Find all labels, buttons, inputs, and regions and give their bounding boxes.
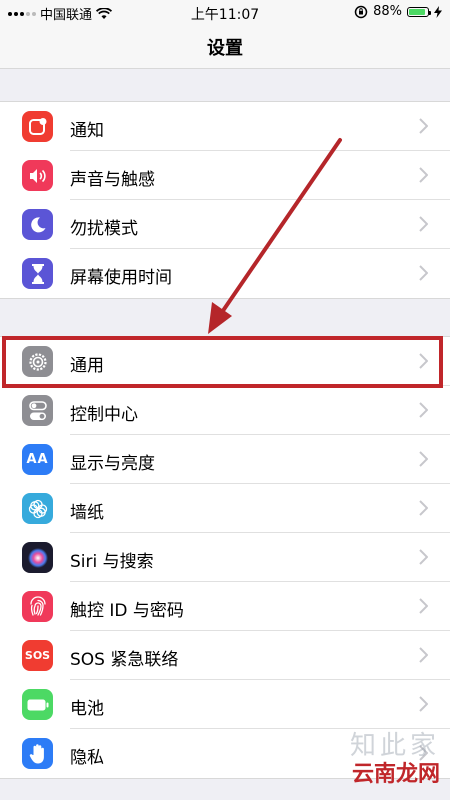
chevron-right-icon — [419, 265, 428, 281]
moon-icon — [22, 209, 53, 240]
chevron-right-icon — [419, 500, 428, 516]
battery-icon — [22, 689, 53, 720]
nav-bar: 设置 — [0, 24, 450, 69]
settings-row-control-center[interactable]: 控制中心 — [0, 386, 450, 435]
chevron-right-icon — [419, 118, 428, 134]
row-label: 墙纸 — [70, 503, 104, 523]
chevron-right-icon — [419, 451, 428, 467]
chevron-right-icon — [419, 647, 428, 663]
settings-row-touch-id[interactable]: 触控 ID 与密码 — [0, 582, 450, 631]
page-title: 设置 — [207, 38, 243, 59]
row-label: 声音与触感 — [70, 170, 155, 190]
chevron-right-icon — [419, 696, 428, 712]
row-label: 触控 ID 与密码 — [70, 601, 184, 621]
settings-group-1: 通知 声音与触感 勿扰模式 屏幕使用时间 — [0, 101, 450, 299]
settings-row-wallpaper[interactable]: 墙纸 — [0, 484, 450, 533]
settings-row-privacy[interactable]: 隐私 — [0, 729, 450, 778]
row-label: 控制中心 — [70, 405, 138, 425]
chevron-right-icon — [419, 402, 428, 418]
control-center-icon — [22, 395, 53, 426]
row-label: 勿扰模式 — [70, 219, 138, 239]
settings-row-siri[interactable]: Siri 与搜索 — [0, 533, 450, 582]
fingerprint-icon — [22, 591, 53, 622]
settings-row-general[interactable]: 通用 — [0, 337, 450, 386]
battery-percent: 88% — [373, 4, 402, 19]
charging-icon — [434, 5, 442, 18]
row-label: 显示与亮度 — [70, 454, 155, 474]
hourglass-icon — [22, 258, 53, 289]
settings-row-display[interactable]: AA 显示与亮度 — [0, 435, 450, 484]
battery-status-icon — [407, 6, 431, 17]
settings-row-do-not-disturb[interactable]: 勿扰模式 — [0, 200, 450, 249]
status-right: 88% — [354, 4, 442, 19]
row-label: SOS 紧急联络 — [70, 650, 179, 670]
chevron-right-icon — [419, 598, 428, 614]
settings-row-notifications[interactable]: 通知 — [0, 102, 450, 151]
gear-icon — [22, 346, 53, 377]
chevron-right-icon — [419, 216, 428, 232]
chevron-right-icon — [419, 167, 428, 183]
row-label: 隐私 — [70, 748, 104, 768]
hand-icon — [22, 738, 53, 769]
sos-icon: SOS — [22, 640, 53, 671]
chevron-right-icon — [419, 549, 428, 565]
settings-row-sounds[interactable]: 声音与触感 — [0, 151, 450, 200]
chevron-right-icon — [419, 353, 428, 369]
display-icon: AA — [22, 444, 53, 475]
row-label: Siri 与搜索 — [70, 552, 154, 572]
settings-row-battery[interactable]: 电池 — [0, 680, 450, 729]
settings-row-screen-time[interactable]: 屏幕使用时间 — [0, 249, 450, 298]
row-label: 通知 — [70, 121, 104, 141]
notification-icon — [22, 111, 53, 142]
settings-row-emergency-sos[interactable]: SOS SOS 紧急联络 — [0, 631, 450, 680]
wallpaper-icon — [22, 493, 53, 524]
display-icon-text: AA — [26, 452, 49, 467]
chevron-right-icon — [419, 745, 428, 761]
status-bar: 中国联通 上午11:07 88% — [0, 0, 450, 24]
sound-icon — [22, 160, 53, 191]
row-label: 屏幕使用时间 — [70, 268, 172, 288]
orientation-lock-icon — [354, 5, 368, 18]
sos-icon-text: SOS — [24, 649, 51, 662]
row-label: 电池 — [70, 699, 104, 719]
siri-icon — [22, 542, 53, 573]
settings-group-2: 通用 控制中心 AA 显示与亮度 墙纸 Siri 与搜索 触控 ID 与密码 S… — [0, 336, 450, 779]
row-label: 通用 — [70, 356, 104, 376]
